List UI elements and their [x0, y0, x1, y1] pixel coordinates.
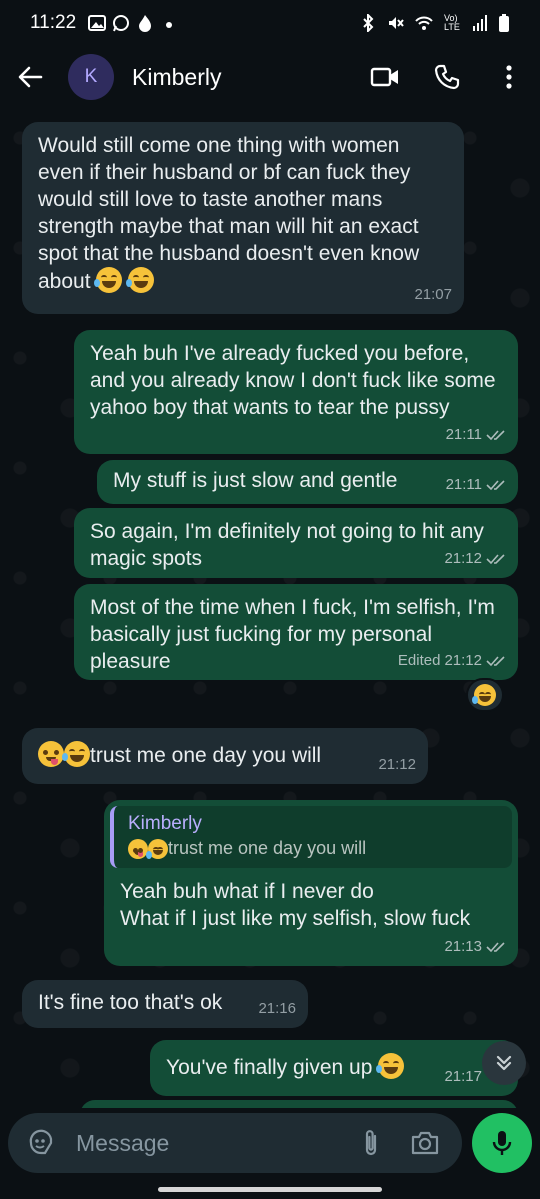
read-ticks-icon — [486, 655, 505, 666]
reply-quote[interactable]: Kimberly trust me one day you will — [110, 806, 512, 868]
bluetooth-icon — [363, 14, 374, 32]
notification-icons — [88, 14, 178, 32]
message-text: trust me one day you will — [90, 744, 322, 767]
phone-icon — [434, 64, 460, 90]
message-meta: 21:17 — [444, 1063, 482, 1090]
sticker-button[interactable] — [14, 1113, 68, 1173]
message-text: It's fine too that's ok — [38, 991, 223, 1014]
tears-of-joy-emoji-icon — [94, 267, 123, 293]
chat-header: K Kimberly — [0, 46, 540, 108]
system-navigation-bar — [0, 1178, 540, 1199]
message-time: 21:12 — [444, 652, 482, 669]
message-input[interactable] — [76, 1129, 336, 1157]
message-time: 21:17 — [444, 1068, 482, 1085]
reply-quote-text: trust me one day you will — [128, 836, 500, 860]
status-time: 11:22 — [30, 12, 77, 33]
message-meta: Edited 21:12 — [398, 647, 506, 674]
status-bar: 11:22 Vo) LTE — [0, 0, 540, 46]
message-text: You've finally given up — [166, 1056, 373, 1079]
savoring-food-emoji-icon — [128, 839, 148, 859]
composer-bar — [0, 1108, 540, 1178]
avatar[interactable]: K — [68, 54, 114, 100]
read-ticks-icon — [486, 941, 505, 952]
mute-icon — [389, 17, 404, 29]
message-incoming[interactable]: Would still come one thing with women ev… — [22, 122, 464, 314]
message-time: 21:11 — [445, 476, 482, 493]
tears-of-joy-emoji-icon — [126, 267, 155, 293]
read-ticks-icon — [486, 429, 505, 440]
network-label: Vo) LTE — [444, 13, 460, 32]
message-text: Would still come one thing with women ev… — [38, 134, 420, 293]
more-options-button[interactable] — [478, 46, 540, 108]
message-text: So again, I'm definitely not going to hi… — [90, 520, 484, 570]
message-meta: 21:11 — [446, 471, 506, 498]
tears-of-joy-emoji-icon — [62, 741, 90, 767]
message-meta: 21:13 — [444, 933, 506, 960]
message-meta: 21:12 — [378, 751, 416, 778]
message-outgoing[interactable]: Yeah buh I've already fucked you before,… — [74, 330, 518, 454]
microphone-icon — [492, 1131, 512, 1155]
voice-call-button[interactable] — [416, 46, 478, 108]
message-outgoing[interactable]: Kimberly trust me one day you will Yeah … — [104, 800, 518, 966]
signal-icon — [473, 15, 487, 31]
message-reaction[interactable] — [466, 678, 504, 712]
message-meta: 21:16 — [258, 995, 296, 1022]
message-text: My stuff is just slow and gentle — [113, 469, 398, 492]
scroll-to-bottom-button[interactable] — [482, 1041, 526, 1085]
message-meta: 21:11 — [446, 421, 506, 448]
contact-name[interactable]: Kimberly — [132, 64, 221, 91]
system-icons: Vo) LTE — [360, 13, 510, 33]
dot-icon — [166, 22, 173, 28]
message-time: 21:12 — [444, 550, 482, 567]
tears-of-joy-emoji-icon — [472, 684, 496, 706]
message-incoming[interactable]: trust me one day you will 21:12 — [22, 728, 428, 784]
read-ticks-icon — [486, 553, 505, 564]
chat-area[interactable]: Would still come one thing with women ev… — [0, 108, 540, 1108]
edited-label: Edited — [397, 652, 441, 669]
flame-icon — [139, 15, 152, 32]
message-outgoing[interactable]: You've finally given up 21:17 — [150, 1040, 518, 1096]
header-actions — [354, 46, 540, 108]
more-vertical-icon — [506, 65, 512, 89]
message-outgoing[interactable]: So again, I'm definitely not going to hi… — [74, 508, 518, 578]
savoring-food-emoji-icon — [38, 741, 64, 767]
camera-icon — [411, 1131, 439, 1155]
gallery-icon — [88, 15, 107, 31]
attach-button[interactable] — [344, 1113, 398, 1173]
message-outgoing[interactable] — [80, 1100, 518, 1108]
voice-message-button[interactable] — [472, 1113, 532, 1173]
arrow-left-icon — [18, 66, 43, 88]
message-text: Yeah buh I've already fucked you before,… — [90, 342, 496, 419]
message-text-line: Yeah buh what if I never do — [120, 880, 374, 903]
reply-quote-body: trust me one day you will — [168, 838, 367, 858]
message-text-line: What if I just like my selfish, slow fuc… — [120, 907, 471, 930]
message-time: 21:13 — [444, 938, 482, 955]
message-meta: 21:12 — [444, 545, 506, 572]
paperclip-icon — [365, 1130, 377, 1156]
reply-quote-name: Kimberly — [128, 813, 202, 834]
video-call-button[interactable] — [354, 46, 416, 108]
message-outgoing[interactable]: My stuff is just slow and gentle 21:11 — [97, 460, 518, 504]
message-outgoing[interactable]: Most of the time when I fuck, I'm selfis… — [74, 584, 518, 680]
double-chevron-down-icon — [496, 1055, 512, 1071]
tears-of-joy-emoji-icon — [376, 1053, 405, 1079]
wifi-icon — [415, 16, 433, 30]
tears-of-joy-emoji-icon — [146, 839, 168, 859]
message-time: 21:16 — [258, 1000, 296, 1017]
message-incoming[interactable]: It's fine too that's ok 21:16 — [22, 980, 308, 1028]
message-time: 21:11 — [445, 426, 482, 443]
whatsapp-icon — [113, 15, 130, 32]
camera-button[interactable] — [398, 1113, 452, 1173]
battery-icon — [499, 14, 509, 32]
message-meta: 21:07 — [414, 281, 452, 308]
home-gesture-pill[interactable] — [158, 1187, 382, 1192]
back-button[interactable] — [0, 46, 60, 108]
video-camera-icon — [370, 67, 398, 87]
message-time: 21:07 — [414, 286, 452, 303]
read-ticks-icon — [486, 479, 505, 490]
message-time: 21:12 — [378, 756, 416, 773]
sticker-icon — [29, 1129, 53, 1155]
message-input-container[interactable] — [8, 1113, 462, 1173]
